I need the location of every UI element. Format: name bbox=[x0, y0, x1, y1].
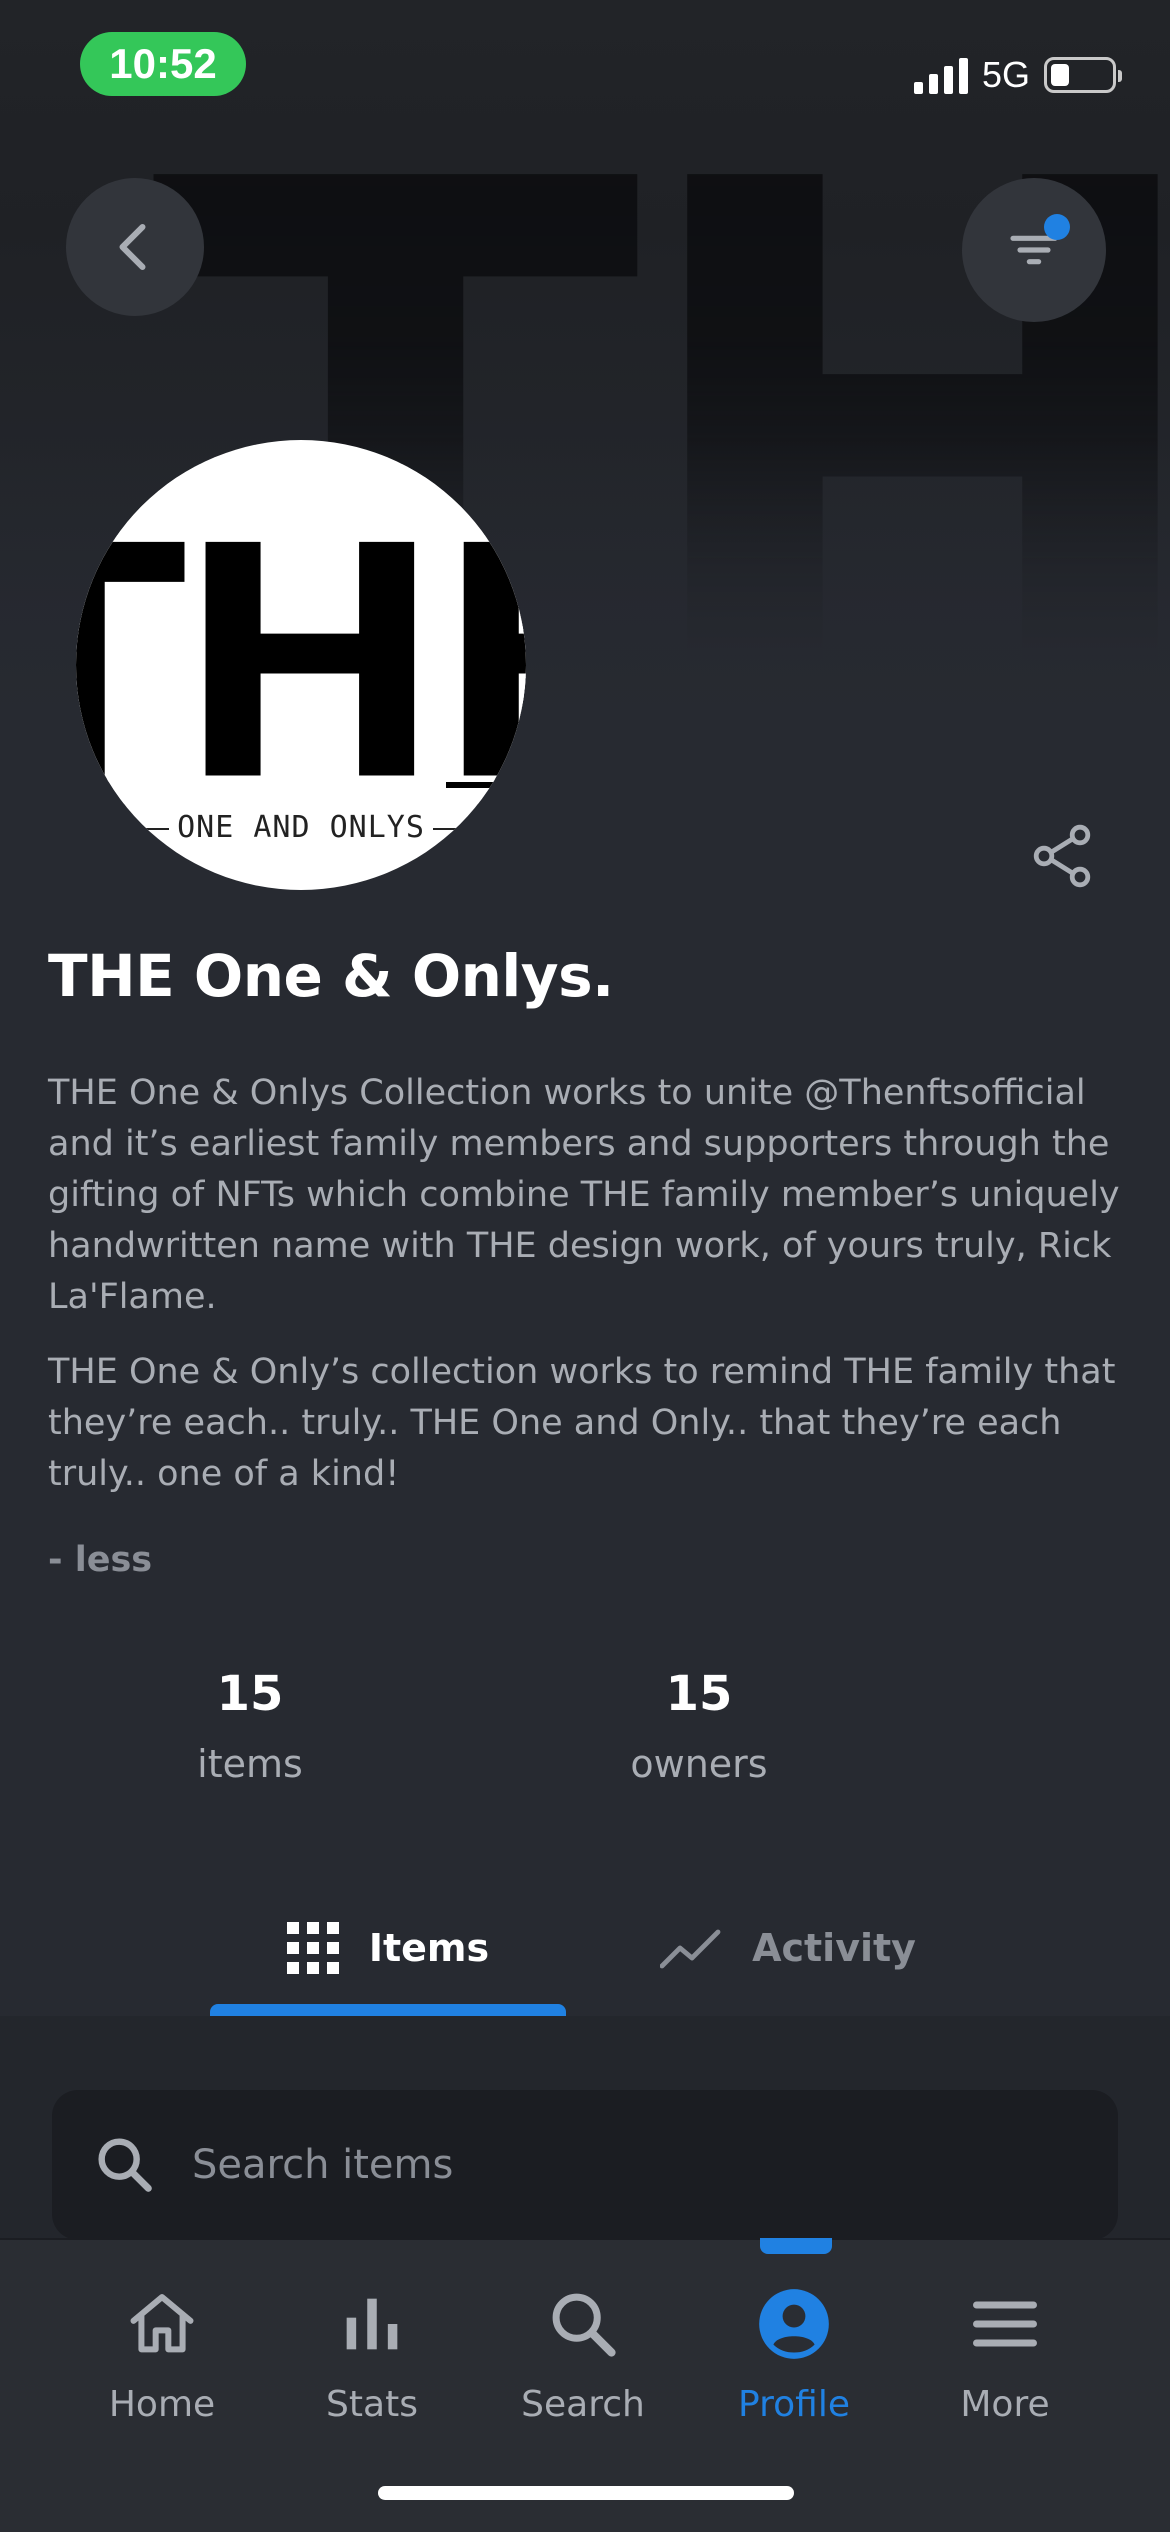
stat-owners: 15 owners bbox=[569, 1662, 829, 1786]
tab-activity-label: Activity bbox=[752, 1926, 916, 1970]
stat-items-label: items bbox=[197, 1742, 303, 1786]
collection-tabs: Items Activity bbox=[0, 1880, 1170, 2016]
avatar-title: THE bbox=[76, 473, 526, 804]
network-label: 5G bbox=[981, 54, 1030, 95]
activity-icon bbox=[660, 1929, 721, 1969]
avatar-logo: THE bbox=[76, 464, 526, 804]
nav-profile-label: Profile bbox=[738, 2384, 850, 2425]
stat-owners-label: owners bbox=[630, 1742, 768, 1786]
back-button[interactable] bbox=[66, 178, 204, 316]
description-paragraph: THE One & Only’s collection works to rem… bbox=[48, 1352, 1116, 1494]
nav-active-indicator bbox=[760, 2238, 832, 2254]
collection-title: THE One & Onlys. bbox=[48, 942, 614, 1010]
nav-home-label: Home bbox=[108, 2384, 216, 2425]
tab-items-label: Items bbox=[368, 1926, 490, 1970]
avatar-subtitle: ONE AND ONLYS bbox=[76, 810, 526, 845]
search-icon bbox=[552, 2293, 616, 2357]
share-button[interactable] bbox=[1026, 820, 1098, 892]
nav-stats[interactable]: Stats bbox=[272, 2286, 472, 2425]
nav-profile[interactable]: Profile bbox=[694, 2286, 894, 2425]
stat-owners-value: 15 bbox=[665, 1666, 733, 1722]
menu-icon bbox=[973, 2301, 1037, 2347]
battery-icon bbox=[1044, 57, 1122, 93]
filter-button[interactable] bbox=[962, 178, 1106, 322]
search-icon bbox=[98, 2138, 152, 2192]
stat-items: 15 items bbox=[120, 1662, 380, 1786]
stat-items-value: 15 bbox=[216, 1666, 284, 1722]
home-icon bbox=[130, 2294, 194, 2353]
profile-icon bbox=[759, 2289, 829, 2359]
collection-avatar: THE ONE AND ONLYS bbox=[76, 440, 526, 890]
nav-search[interactable]: Search bbox=[483, 2286, 683, 2425]
status-time: 10:52 bbox=[80, 32, 246, 96]
tab-activity[interactable]: Activity bbox=[610, 1880, 966, 2016]
search-input[interactable] bbox=[192, 2120, 1072, 2210]
status-indicators: 5G bbox=[913, 50, 1122, 100]
nav-stats-label: Stats bbox=[326, 2384, 418, 2425]
nav-home[interactable]: Home bbox=[62, 2286, 262, 2425]
nav-more[interactable]: More bbox=[905, 2286, 1105, 2425]
collection-description: THE One & Onlys Collection works to unit… bbox=[48, 1068, 1128, 1500]
stats-icon bbox=[346, 2298, 398, 2350]
nav-more-label: More bbox=[960, 2384, 1050, 2425]
description-paragraph: THE One & Onlys Collection works to unit… bbox=[48, 1073, 1120, 1317]
share-icon bbox=[1033, 824, 1091, 888]
nav-search-label: Search bbox=[521, 2384, 645, 2425]
filter-active-dot bbox=[1044, 214, 1070, 240]
home-indicator bbox=[378, 2486, 794, 2500]
signal-icon bbox=[913, 56, 968, 94]
grid-icon bbox=[286, 1922, 339, 1974]
search-box[interactable] bbox=[52, 2090, 1118, 2240]
chevron-left-icon bbox=[119, 224, 146, 270]
show-less-link[interactable]: - less bbox=[48, 1540, 152, 1580]
active-tab-indicator bbox=[210, 2004, 566, 2016]
tab-items[interactable]: Items bbox=[210, 1880, 566, 2016]
